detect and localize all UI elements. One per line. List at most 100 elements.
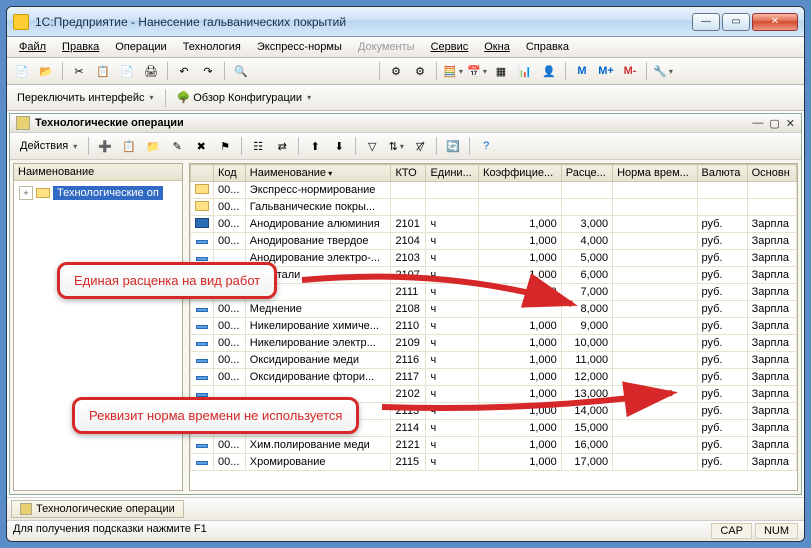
column-header[interactable]: Основн: [747, 165, 796, 182]
add-icon[interactable]: ➕: [94, 135, 116, 157]
column-header[interactable]: КТО: [391, 165, 426, 182]
cut-icon[interactable]: ✂: [68, 60, 90, 82]
search-icon[interactable]: 🔍: [230, 60, 252, 82]
expand-icon[interactable]: +: [19, 186, 33, 200]
tree-header[interactable]: Наименование: [14, 164, 182, 181]
menu-help[interactable]: Справка: [520, 39, 575, 55]
switch-interface-button[interactable]: Переключить интерфейс: [11, 90, 160, 106]
tree-icon: 🌳: [177, 91, 191, 104]
table-row[interactable]: 00...Анодирование твердое2104ч1,0004,000…: [191, 233, 797, 250]
maximize-button[interactable]: ▭: [722, 13, 750, 31]
catalog-icon: [20, 503, 32, 515]
tool-c-icon[interactable]: 📊: [514, 60, 536, 82]
column-header[interactable]: Норма врем...: [613, 165, 697, 182]
refresh-icon[interactable]: 🔄: [442, 135, 464, 157]
taskbar-tab[interactable]: Технологические операции: [11, 500, 184, 518]
data-grid[interactable]: КодНаименование ▾КТОЕдини...Коэффицие...…: [190, 164, 797, 490]
menubar: Файл Правка Операции Технология Экспресс…: [7, 37, 804, 58]
column-header[interactable]: [191, 165, 214, 182]
inner-titlebar[interactable]: Технологические операции — ▢ ✕: [10, 114, 801, 133]
inner-close-button[interactable]: ✕: [786, 117, 795, 130]
actions-menu[interactable]: Действия: [14, 138, 83, 154]
paste-icon[interactable]: 📄: [116, 60, 138, 82]
table-row[interactable]: 00...Никелирование электр...2109ч1,00010…: [191, 335, 797, 352]
user-icon[interactable]: 👤: [538, 60, 560, 82]
item-icon: [196, 342, 208, 346]
table-row[interactable]: 00...Хромирование2115ч1,00017,000руб.Зар…: [191, 454, 797, 471]
column-header[interactable]: Едини...: [426, 165, 479, 182]
item-icon: [196, 359, 208, 363]
column-header[interactable]: Валюта: [697, 165, 747, 182]
down-level-icon[interactable]: ⬇: [328, 135, 350, 157]
menu-documents: Документы: [352, 39, 421, 55]
table-row[interactable]: 00...Гальванические покры...: [191, 199, 797, 216]
statusbar: Для получения подсказки нажмите F1 CAP N…: [7, 520, 804, 541]
m-minus-button[interactable]: M-: [619, 60, 641, 82]
table-row[interactable]: 00...Экспресс-нормирование: [191, 182, 797, 199]
titlebar[interactable]: 1С:Предприятие - Нанесение гальванически…: [7, 7, 804, 37]
column-header[interactable]: Наименование ▾: [245, 165, 391, 182]
item-icon: [196, 308, 208, 312]
add-copy-icon[interactable]: 📋: [118, 135, 140, 157]
table-row[interactable]: 00...Оксидирование меди2116ч1,00011,000р…: [191, 352, 797, 369]
column-header[interactable]: Расце...: [561, 165, 612, 182]
status-cap: CAP: [711, 523, 752, 539]
up-level-icon[interactable]: ⬆: [304, 135, 326, 157]
main-toolbar: 📄 📂 ✂ 📋 📄 🖨 ↶ ↷ 🔍 ⚙ ⚙ 🧮 📅 ▦ 📊 👤 M M+ M- …: [7, 58, 804, 85]
tool-b-icon[interactable]: ⚙: [409, 60, 431, 82]
inner-minimize-button[interactable]: —: [752, 117, 763, 130]
sort-icon[interactable]: ⇅: [385, 135, 407, 157]
m-plus-button[interactable]: M+: [595, 60, 617, 82]
status-hint: Для получения подсказки нажмите F1: [13, 523, 708, 539]
calc-icon[interactable]: 🧮: [442, 60, 464, 82]
tool-a-icon[interactable]: ⚙: [385, 60, 407, 82]
column-header[interactable]: Код: [214, 165, 246, 182]
new-doc-icon[interactable]: 📄: [11, 60, 33, 82]
table-row[interactable]: 00...Хим.полирование меди2121ч1,00016,00…: [191, 437, 797, 454]
help-icon[interactable]: ?: [475, 135, 497, 157]
open-icon[interactable]: 📂: [35, 60, 57, 82]
print-icon[interactable]: 🖨: [140, 60, 162, 82]
callout-norm: Реквизит норма времени не используется: [72, 397, 359, 434]
app-icon: [13, 14, 29, 30]
copy-icon[interactable]: 📋: [92, 60, 114, 82]
close-button[interactable]: ✕: [752, 13, 798, 31]
item-icon: [196, 257, 208, 261]
menu-file[interactable]: Файл: [13, 39, 52, 55]
application-window: 1С:Предприятие - Нанесение гальванически…: [6, 6, 805, 542]
menu-edit[interactable]: Правка: [56, 39, 105, 55]
item-icon: [196, 461, 208, 465]
filter-off-icon[interactable]: ▽̸: [409, 135, 431, 157]
add-group-icon[interactable]: 📁: [142, 135, 164, 157]
delete-icon[interactable]: ✖: [190, 135, 212, 157]
column-header[interactable]: Коэффицие...: [479, 165, 562, 182]
menu-operations[interactable]: Операции: [109, 39, 172, 55]
table-row[interactable]: 00...Анодирование алюминия2101ч1,0003,00…: [191, 216, 797, 233]
calendar-icon[interactable]: 📅: [466, 60, 488, 82]
menu-windows[interactable]: Окна: [478, 39, 516, 55]
grid-pane: КодНаименование ▾КТОЕдини...Коэффицие...…: [189, 163, 798, 491]
item-icon: [196, 240, 208, 244]
settings-icon[interactable]: 🔧: [652, 60, 674, 82]
status-num: NUM: [755, 523, 798, 539]
tree-root-node[interactable]: + Технологические оп: [16, 185, 180, 201]
grid-icon[interactable]: ▦: [490, 60, 512, 82]
undo-icon[interactable]: ↶: [173, 60, 195, 82]
redo-icon[interactable]: ↷: [197, 60, 219, 82]
catalog-icon: [16, 116, 30, 130]
config-overview-button[interactable]: 🌳 Обзор Конфигурации: [171, 89, 318, 106]
inner-toolbar: Действия ➕ 📋 📁 ✎ ✖ ⚑ ☷ ⇄ ⬆ ⬇ ▽ ⇅ ▽̸ 🔄 ?: [10, 133, 801, 160]
menu-technology[interactable]: Технология: [177, 39, 247, 55]
filter-icon[interactable]: ▽: [361, 135, 383, 157]
hierarchy-icon[interactable]: ☷: [247, 135, 269, 157]
menu-express[interactable]: Экспресс-нормы: [251, 39, 348, 55]
arrow-1: [297, 262, 587, 322]
menu-service[interactable]: Сервис: [425, 39, 475, 55]
m-button[interactable]: M: [571, 60, 593, 82]
edit-icon[interactable]: ✎: [166, 135, 188, 157]
minimize-button[interactable]: —: [692, 13, 720, 31]
mark-icon[interactable]: ⚑: [214, 135, 236, 157]
taskbar: Технологические операции: [7, 497, 804, 520]
move-icon[interactable]: ⇄: [271, 135, 293, 157]
inner-maximize-button[interactable]: ▢: [769, 117, 779, 130]
